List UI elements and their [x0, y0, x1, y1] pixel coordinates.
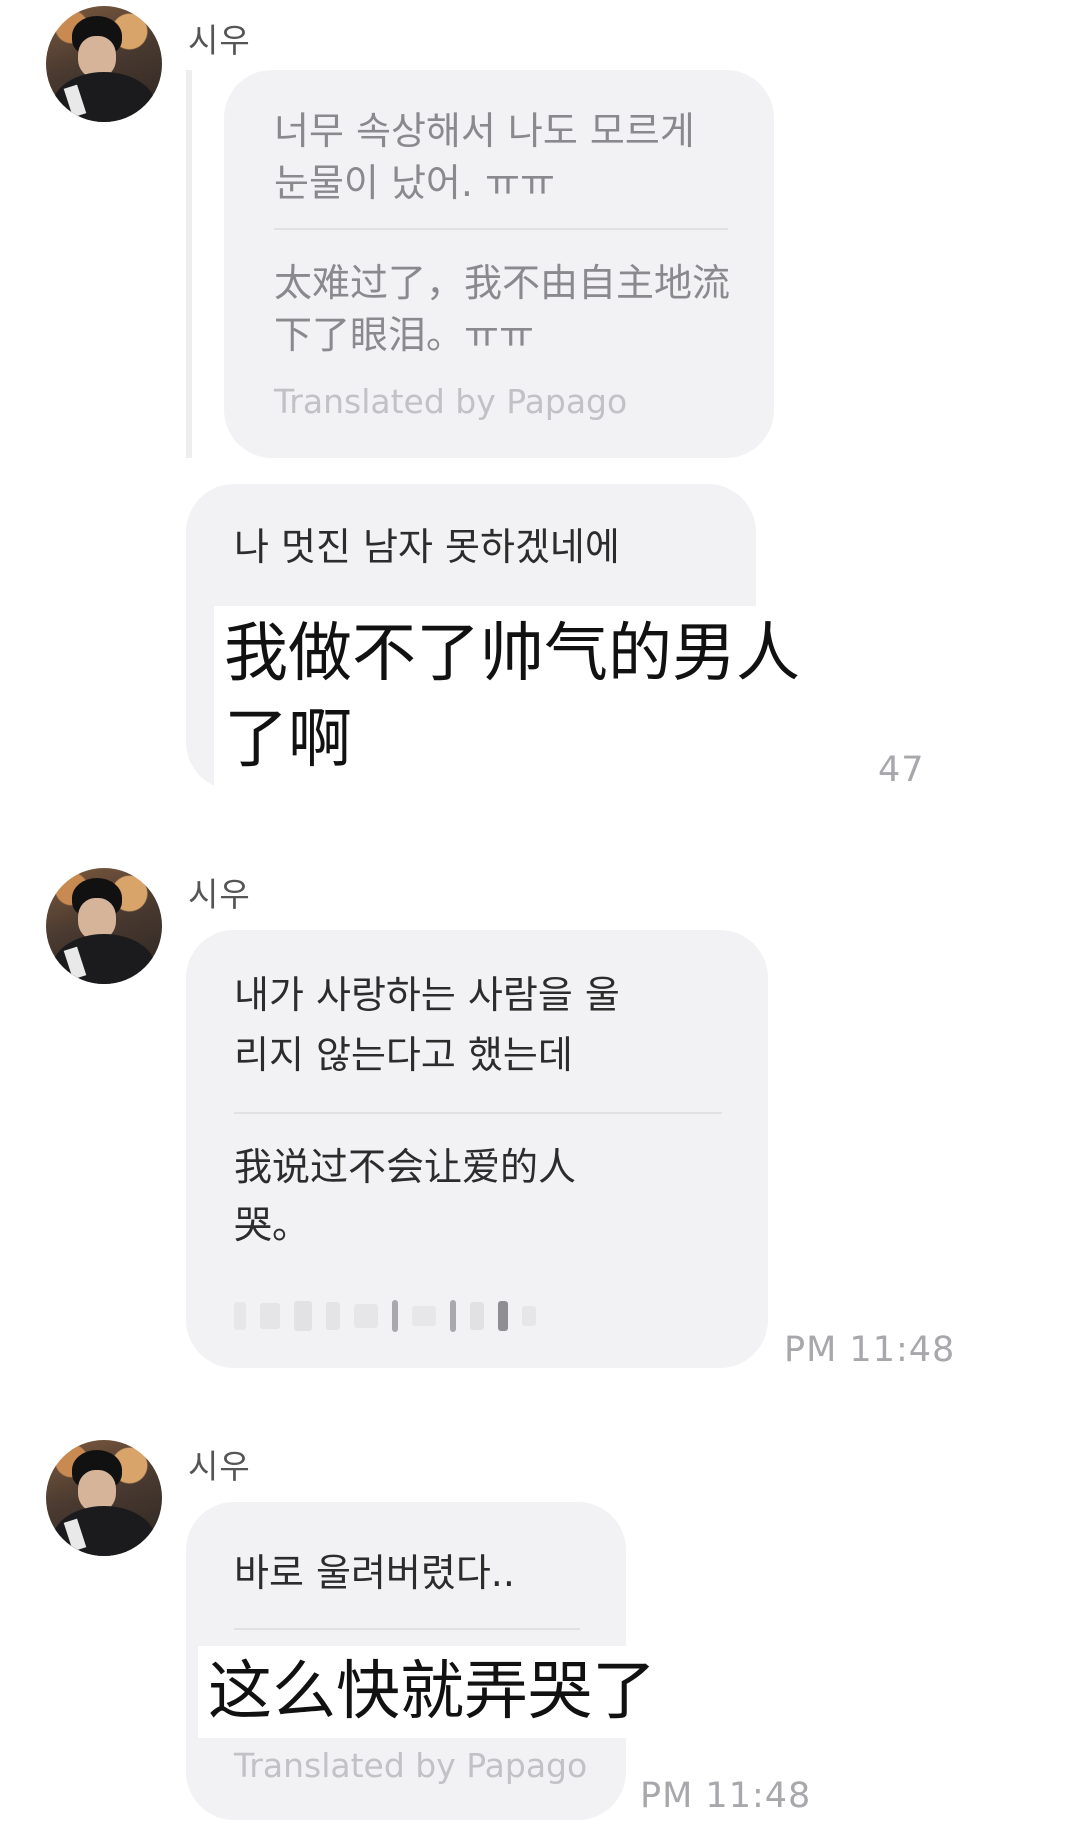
- message-time: 47: [878, 750, 925, 790]
- message-bubble[interactable]: 내가 사랑하는 사람을 울 리지 않는다고 했는데 我说过不会让爱的人 哭。: [186, 930, 768, 1368]
- translation-line-2: 哭。: [234, 1203, 311, 1247]
- faded-credit: [234, 1300, 536, 1332]
- message-text-line-1: 내가 사랑하는 사람을 울: [234, 973, 620, 1017]
- caption-overlay: 我做不了帅气的男人 了啊: [214, 606, 814, 790]
- sender-name: 시우: [188, 1447, 251, 1486]
- sender-name: 시우: [188, 875, 251, 914]
- sender-avatar[interactable]: [46, 1440, 162, 1556]
- translation-credit: Translated by Papago: [234, 1746, 588, 1785]
- sender-avatar[interactable]: [46, 868, 162, 984]
- quoted-original-line-1: 너무 속상해서 나도 모르게: [274, 109, 695, 153]
- message-time: PM 11:48: [640, 1776, 812, 1816]
- message-time: PM 11:48: [784, 1330, 956, 1370]
- message-text: 바로 울려버렸다..: [234, 1551, 515, 1595]
- caption-text: 这么快就弄哭了: [208, 1655, 656, 1729]
- message-text: 나 멋진 남자 못하겠네에: [234, 525, 620, 569]
- quote-bar: [186, 70, 192, 458]
- quoted-message-bubble[interactable]: 너무 속상해서 나도 모르게 눈물이 났어. ㅠㅠ 太难过了，我不由自主地流 下…: [224, 70, 774, 458]
- caption-line-1: 我做不了帅气的男人: [224, 617, 800, 691]
- quoted-divider: [274, 228, 728, 230]
- quoted-original-line-2: 눈물이 났어. ㅠㅠ: [274, 161, 555, 205]
- sender-avatar[interactable]: [46, 6, 162, 122]
- message-text-line-2: 리지 않는다고 했는데: [234, 1033, 573, 1077]
- caption-line-2: 了啊: [224, 703, 352, 777]
- translation-divider: [234, 1628, 580, 1630]
- translation-credit: Translated by Papago: [274, 382, 628, 421]
- translation-line-1: 我说过不会让爱的人: [234, 1145, 577, 1189]
- sender-name: 시우: [188, 21, 251, 60]
- caption-overlay: 这么快就弄哭了: [198, 1646, 656, 1738]
- translation-divider: [234, 1112, 722, 1114]
- quoted-translation-line-1: 太难过了，我不由自主地流: [274, 261, 731, 305]
- quoted-translation-line-2: 下了眼泪。ㅠㅠ: [274, 313, 534, 357]
